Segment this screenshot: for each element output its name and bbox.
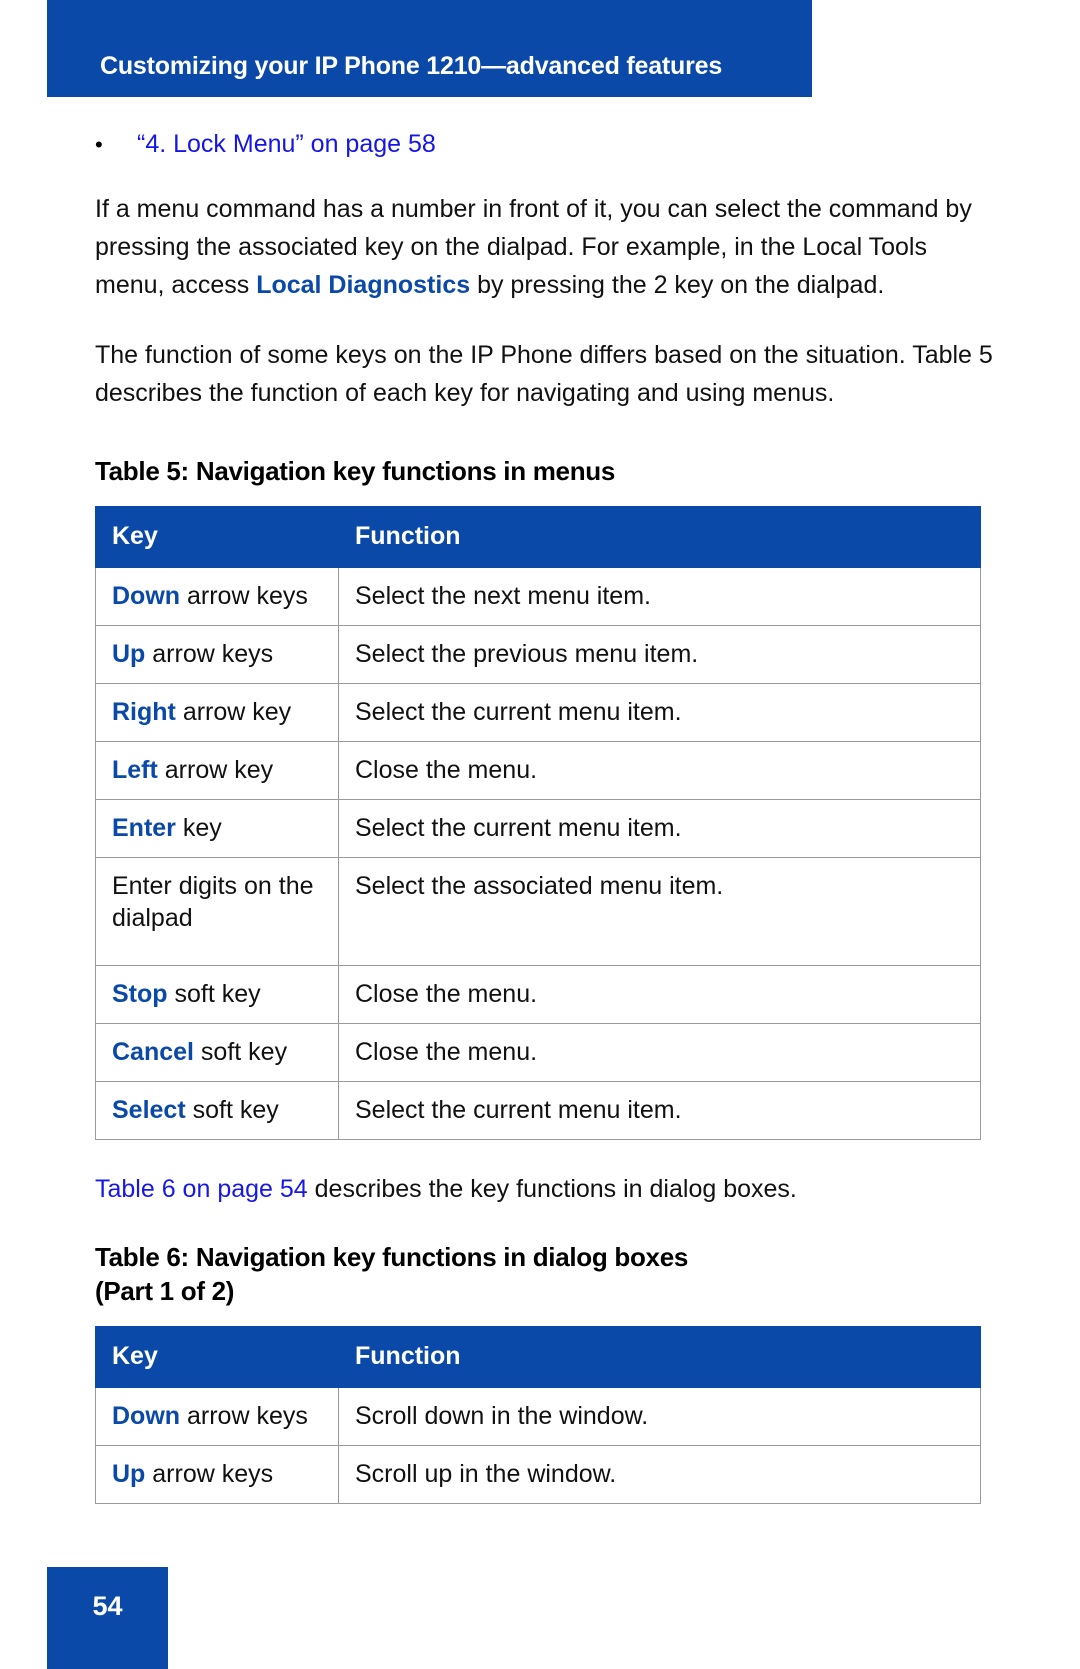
cell-function: Scroll up in the window. (338, 1445, 981, 1504)
key-name: Enter (112, 814, 176, 842)
paragraph-table6-reference: Table 6 on page 54 describes the key fun… (95, 1170, 995, 1208)
table-6-caption-line-1: Table 6: Navigation key functions in dia… (95, 1242, 689, 1272)
column-header-key: Key (95, 506, 339, 568)
table-row: Right arrow key Select the current menu … (95, 683, 981, 742)
cell-key: Down arrow keys (95, 567, 339, 626)
key-suffix: soft key (167, 980, 261, 1008)
key-name: Right (112, 698, 176, 726)
cell-function: Select the next menu item. (338, 567, 981, 626)
key-name: Down (112, 1402, 181, 1430)
table-row: Cancel soft key Close the menu. (95, 1023, 981, 1082)
cell-function: Select the current menu item. (338, 1081, 981, 1140)
paragraph-menu-command-numbers: If a menu command has a number in front … (95, 190, 995, 304)
cell-function: Close the menu. (338, 965, 981, 1024)
cell-key: Cancel soft key (95, 1023, 339, 1082)
cell-key: Up arrow keys (95, 625, 339, 684)
key-suffix: Enter digits on the dialpad (112, 872, 314, 932)
cell-function: Select the current menu item. (338, 683, 981, 742)
cell-function: Close the menu. (338, 1023, 981, 1082)
cell-key: Enter digits on the dialpad (95, 857, 339, 966)
cell-key: Up arrow keys (95, 1445, 339, 1504)
cross-reference-bullet-list: • “4. Lock Menu” on page 58 (95, 129, 995, 160)
paragraph-text-rest: describes the key functions in dialog bo… (307, 1175, 797, 1203)
table-row: Enter key Select the current menu item. (95, 799, 981, 858)
key-suffix: key (175, 814, 222, 842)
table-navigation-key-functions-in-menus: Key Function Down arrow keys Select the … (95, 506, 981, 1140)
cell-key: Down arrow keys (95, 1387, 339, 1446)
key-suffix: arrow keys (145, 640, 274, 668)
table-navigation-key-functions-in-dialog-boxes: Key Function Down arrow keys Scroll down… (95, 1326, 981, 1504)
cell-key: Right arrow key (95, 683, 339, 742)
table-6-caption-line-2: (Part 1 of 2) (95, 1276, 235, 1306)
cell-key: Stop soft key (95, 965, 339, 1024)
column-header-key: Key (95, 1326, 339, 1388)
running-header-band: Customizing your IP Phone 1210—advanced … (47, 0, 812, 97)
table-row: Down arrow keys Scroll down in the windo… (95, 1387, 981, 1446)
key-name: Up (112, 640, 146, 668)
key-name: Select (112, 1096, 186, 1124)
key-suffix: soft key (193, 1038, 288, 1066)
page-number: 54 (92, 1591, 123, 1621)
cell-key: Left arrow key (95, 741, 339, 800)
column-header-function: Function (338, 506, 981, 568)
cross-reference-link-lock-menu[interactable]: “4. Lock Menu” on page 58 (137, 130, 436, 158)
table-row: Select soft key Select the current menu … (95, 1081, 981, 1140)
paragraph-text-part-b: by pressing the 2 key on the dialpad. (470, 271, 885, 299)
cell-function: Scroll down in the window. (338, 1387, 981, 1446)
cell-function: Select the current menu item. (338, 799, 981, 858)
list-item: • “4. Lock Menu” on page 58 (95, 129, 995, 160)
running-header-title: Customizing your IP Phone 1210—advanced … (100, 52, 723, 80)
footer-page-number-box: 54 (47, 1567, 168, 1669)
key-suffix: arrow keys (180, 582, 308, 610)
key-name: Stop (112, 980, 168, 1008)
table-header-row: Key Function (95, 1326, 981, 1388)
emphasis-local-diagnostics: Local Diagnostics (256, 271, 471, 299)
key-name: Cancel (112, 1038, 194, 1066)
table-5-caption: Table 5: Navigation key functions in men… (95, 456, 616, 486)
cell-function: Select the associated menu item. (338, 857, 981, 966)
table-row: Left arrow key Close the menu. (95, 741, 981, 800)
column-header-function: Function (338, 1326, 981, 1388)
key-suffix: arrow keys (145, 1460, 274, 1488)
table-row: Stop soft key Close the menu. (95, 965, 981, 1024)
key-suffix: arrow key (175, 698, 292, 726)
cell-key: Select soft key (95, 1081, 339, 1140)
cell-function: Select the previous menu item. (338, 625, 981, 684)
table-row: Up arrow keys Scroll up in the window. (95, 1445, 981, 1504)
table-row: Up arrow keys Select the previous menu i… (95, 625, 981, 684)
table-6-caption: Table 6: Navigation key functions in dia… (95, 1240, 995, 1308)
key-name: Left (112, 756, 158, 784)
table-header-row: Key Function (95, 506, 981, 568)
key-suffix: soft key (185, 1096, 279, 1124)
paragraph-key-function-intro: The function of some keys on the IP Phon… (95, 341, 993, 407)
cell-key: Enter key (95, 799, 339, 858)
bullet-marker-icon: • (95, 132, 103, 157)
cell-function: Close the menu. (338, 741, 981, 800)
key-name: Up (112, 1460, 146, 1488)
table-row: Down arrow keys Select the next menu ite… (95, 567, 981, 626)
key-suffix: arrow keys (180, 1402, 308, 1430)
cross-reference-link-table-6[interactable]: Table 6 on page 54 (95, 1175, 308, 1203)
key-name: Down (112, 582, 181, 610)
key-suffix: arrow key (157, 756, 274, 784)
table-row: Enter digits on the dialpad Select the a… (95, 857, 981, 966)
page-content: • “4. Lock Menu” on page 58 If a menu co… (95, 97, 995, 1504)
